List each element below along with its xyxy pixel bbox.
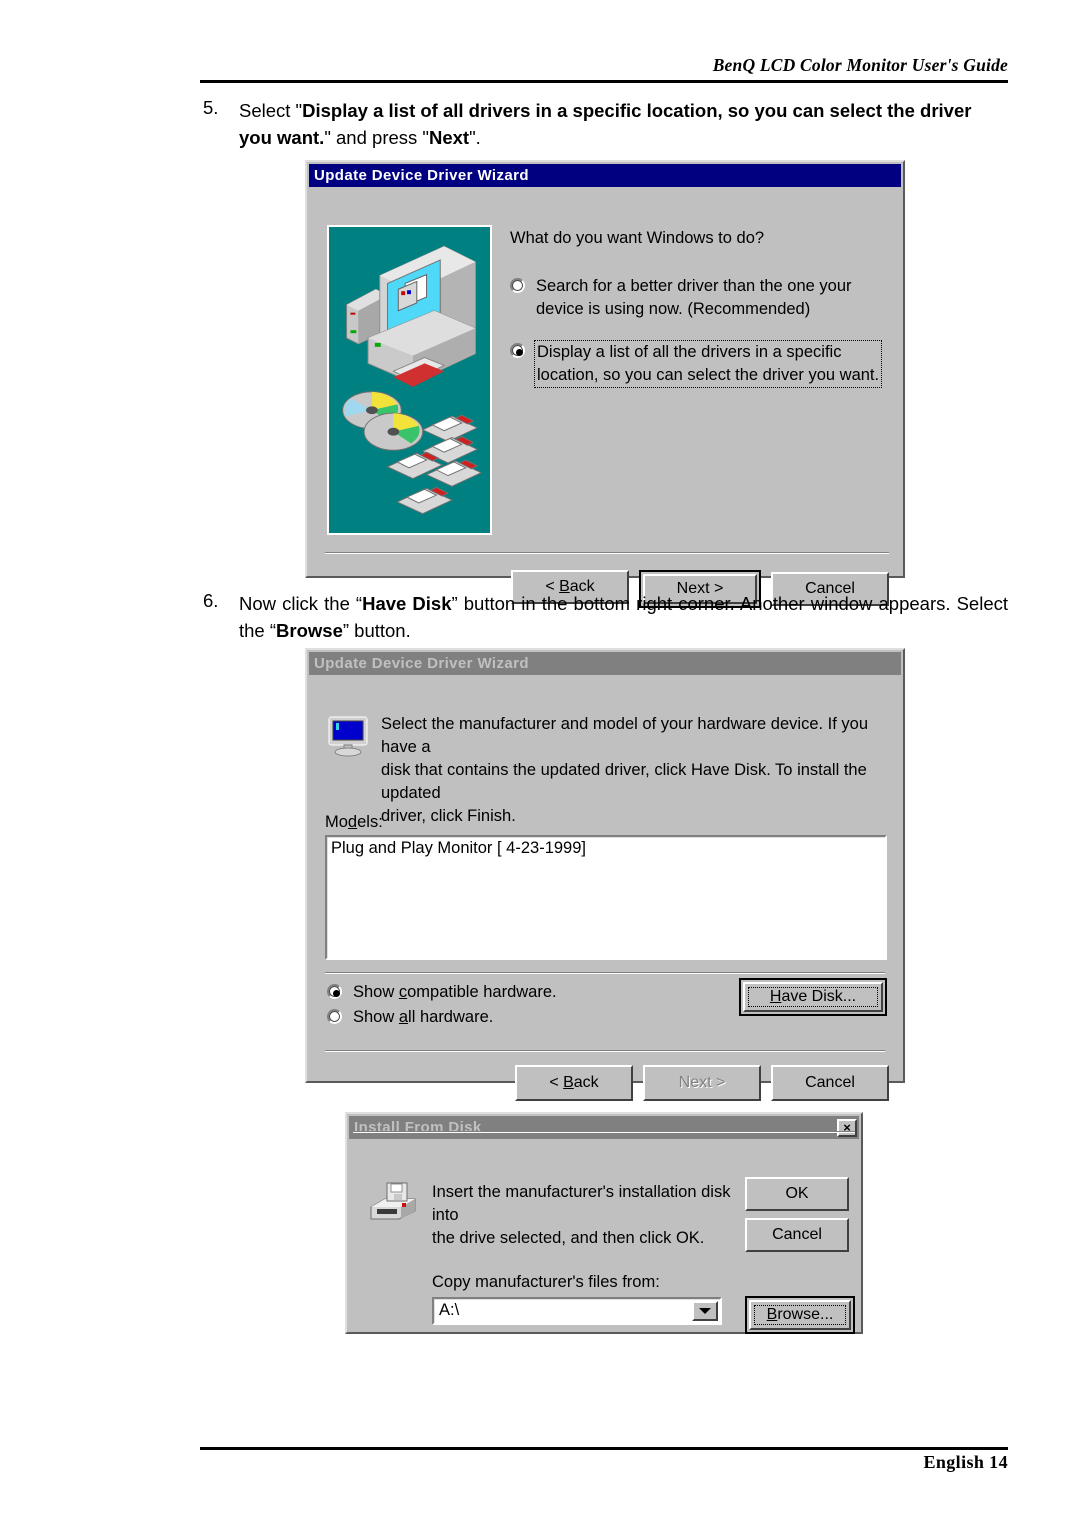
step-5-number: 5. <box>203 97 219 118</box>
header-rule <box>200 80 1008 83</box>
step-6: 6. Now click the “Have Disk” button in t… <box>203 590 1008 644</box>
radio-show-compatible-hardware-label: Show compatible hardware. <box>353 983 557 1001</box>
dialog3-title: Install From Disk <box>354 1119 482 1136</box>
dialog-install-from-disk[interactable]: Install From Disk × Insert the manufactu… <box>345 1112 863 1334</box>
step-5-text: Select "Display a list of all drivers in… <box>239 100 972 148</box>
radio-show-all-hardware-label: Show all hardware. <box>353 1008 494 1026</box>
radio-show-all-hardware[interactable]: Show all hardware. <box>327 1006 493 1029</box>
step-6-text: Now click the “Have Disk” button in the … <box>239 593 1008 641</box>
radio-search-better-driver-indicator[interactable] <box>510 278 525 293</box>
dialog2-back-button[interactable]: < Back <box>515 1065 633 1101</box>
browse-button-default-frame[interactable]: Browse... <box>745 1296 855 1334</box>
page-footer: English 14 <box>200 1452 1008 1473</box>
step-5: 5. Select "Display a list of all drivers… <box>203 97 1008 151</box>
dialog-update-device-driver-wizard-1[interactable]: Update Device Driver Wizard What do you … <box>305 160 905 608</box>
radio-show-all-hardware-indicator[interactable] <box>327 1009 342 1024</box>
radio-display-list-of-drivers[interactable]: Display a list of all the drivers in a s… <box>510 340 885 388</box>
dialog1-title: Update Device Driver Wizard <box>314 167 529 184</box>
dialog1-separator <box>325 552 889 554</box>
dialog1-titlebar[interactable]: Update Device Driver Wizard <box>309 164 901 187</box>
drive-path-combobox[interactable]: A:\ <box>432 1297 722 1325</box>
browse-button[interactable]: Browse... <box>749 1300 851 1330</box>
copy-files-from-label: Copy manufacturer's files from: <box>432 1273 660 1291</box>
radio-show-compatible-hardware[interactable]: Show compatible hardware. <box>327 981 557 1004</box>
dialog2-separator-top <box>325 972 885 974</box>
cancel-button[interactable]: Cancel <box>745 1218 849 1252</box>
radio-display-list-of-drivers-indicator[interactable] <box>510 343 525 358</box>
dialog2-button-row: < Back Next > Cancel <box>515 1065 889 1101</box>
footer-rule <box>200 1447 1008 1450</box>
header-title: BenQ LCD Color Monitor User's Guide <box>712 55 1008 75</box>
drive-path-value[interactable]: A:\ <box>434 1299 692 1323</box>
have-disk-button-default-frame[interactable]: Have Disk... <box>739 978 887 1016</box>
monitor-icon <box>327 715 371 762</box>
page-header: BenQ LCD Color Monitor User's Guide <box>200 55 1008 76</box>
dialog2-intro-text: Select the manufacturer and model of you… <box>381 715 869 825</box>
dialog2-title: Update Device Driver Wizard <box>314 655 529 672</box>
browse-focus-ring <box>754 1305 846 1325</box>
step-6-number: 6. <box>203 590 219 611</box>
dialog2-cancel-button[interactable]: Cancel <box>771 1065 889 1101</box>
radio-search-better-driver-label: Search for a better driver than the one … <box>536 277 852 318</box>
have-disk-button[interactable]: Have Disk... <box>743 982 883 1012</box>
dialog3-titlebar[interactable]: Install From Disk × <box>349 1116 859 1139</box>
models-listbox[interactable]: Plug and Play Monitor [ 4-23-1999] <box>325 835 887 960</box>
dialog-update-device-driver-wizard-2[interactable]: Update Device Driver Wizard Select the m… <box>305 648 905 1101</box>
close-x-icon[interactable]: × <box>837 1118 857 1137</box>
models-label: Models: <box>325 813 383 831</box>
computer-cds-floppies-art <box>329 228 490 532</box>
dialog2-next-button: Next > <box>643 1065 761 1101</box>
chevron-down-icon[interactable] <box>692 1301 718 1321</box>
floppy-drive-icon <box>369 1181 417 1226</box>
radio-search-better-driver[interactable]: Search for a better driver than the one … <box>510 275 880 321</box>
install-from-disk-message: Insert the manufacturer's installation d… <box>432 1183 731 1247</box>
radio-show-compatible-hardware-indicator[interactable] <box>327 984 342 999</box>
list-item[interactable]: Plug and Play Monitor [ 4-23-1999] <box>327 837 885 860</box>
radio-display-list-of-drivers-label: Display a list of all the drivers in a s… <box>534 340 883 388</box>
ok-button[interactable]: OK <box>745 1177 849 1211</box>
wizard-illustration <box>327 225 492 535</box>
dialog2-titlebar[interactable]: Update Device Driver Wizard <box>309 652 901 675</box>
dialog3-bottom-separator <box>353 1131 855 1133</box>
dialog1-question: What do you want Windows to do? <box>510 229 765 247</box>
have-disk-focus-ring <box>748 987 878 1007</box>
page-number: English 14 <box>923 1452 1008 1472</box>
dialog2-separator-bottom <box>325 1050 885 1052</box>
